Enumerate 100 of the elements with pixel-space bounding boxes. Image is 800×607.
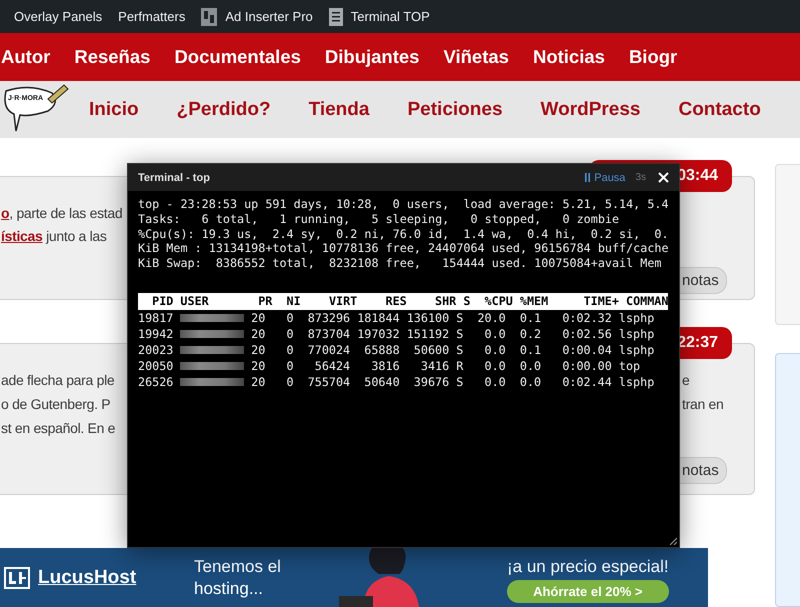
- terminal-line: KiB Mem : 13134198+total, 10778136 free, 24407064 used, 96156784 buff/cache: [138, 241, 670, 256]
- terminal-line: Tasks: 6 total, 1 running, 5 sleeping, 0 stopped, 0 zombie: [138, 212, 620, 226]
- ad-banner[interactable]: LucusHost Tenemos el hosting... ¡a un precio especial! Ahórrate el 20% >: [0, 548, 708, 607]
- admin-bar-link[interactable]: Perfmatters: [118, 9, 186, 24]
- text-line: ísticas junto a las: [1, 227, 107, 246]
- table-cell-text: 0.0: [518, 374, 542, 390]
- table-cell: 20: [251, 342, 266, 358]
- terminal-line: %Cpu(s): 19.3 us, 2.4 sy, 0.2 ni, 76.0 id, 1.4 wa, 0.4 hi, 0.2 si, 0.: [138, 226, 670, 242]
- table-cell: 20: [251, 326, 266, 342]
- nav-link[interactable]: Noticias: [532, 46, 605, 68]
- table-cell-text: 0:02.32: [561, 310, 612, 326]
- table-cell-text: 0:02.44: [561, 374, 612, 390]
- column-header: PID: [151, 292, 174, 310]
- table-cell: 20: [251, 310, 266, 326]
- nav-link[interactable]: Dibujantes: [324, 46, 420, 68]
- redacted-text-bar: [180, 378, 244, 386]
- text-link[interactable]: ísticas: [1, 228, 42, 244]
- text-line: tran en: [682, 395, 724, 414]
- nav-link[interactable]: WordPress: [540, 98, 640, 120]
- admin-bar-link[interactable]: Terminal TOP: [350, 9, 430, 24]
- table-cell-text: 0.0: [484, 342, 506, 358]
- notes-button[interactable]: notas: [680, 267, 727, 294]
- table-cell-text: top: [618, 358, 642, 374]
- window-title: Terminal - top: [138, 172, 210, 184]
- column-header: SHR: [434, 292, 456, 310]
- banner-headline: Tenemos el hosting...: [194, 556, 282, 600]
- nav-link[interactable]: Contacto: [678, 98, 761, 120]
- redacted-text-bar: [180, 314, 244, 322]
- table-cell-text: S: [455, 374, 464, 390]
- table-cell-text: 50640: [363, 374, 400, 390]
- table-cell-text: 20.0: [476, 310, 506, 326]
- column-header: COMMAN: [625, 292, 670, 310]
- admin-bar-link[interactable]: Ad Inserter Pro: [225, 9, 313, 24]
- notes-button[interactable]: notas: [680, 457, 727, 484]
- nav-link[interactable]: Reseñas: [74, 46, 150, 68]
- table-cell-text: lsphp: [618, 342, 656, 358]
- table-cell-text: 50600: [412, 342, 450, 358]
- table-cell: 20: [251, 358, 266, 374]
- table-cell-text: lsphp: [618, 326, 656, 342]
- table-cell-text: 56424: [314, 358, 350, 374]
- table-cell: 20023: [138, 342, 174, 358]
- nav-link[interactable]: Biogr: [628, 46, 678, 68]
- table-cell-text: 197032: [356, 326, 400, 342]
- column-header: RES: [384, 292, 407, 310]
- table-cell-text: 3416: [420, 358, 450, 374]
- table-cell-text: 0.0: [484, 358, 506, 374]
- nav-link[interactable]: Peticiones: [407, 98, 503, 120]
- table-cell-text: lsphp: [618, 374, 656, 390]
- table-cell-text: 0.1: [518, 310, 542, 326]
- text-line: e: [682, 371, 690, 390]
- nav-link[interactable]: Documentales: [174, 46, 301, 68]
- column-header: USER: [179, 292, 210, 310]
- table-cell-text: 39676: [412, 374, 450, 390]
- resize-handle-icon[interactable]: [669, 537, 677, 545]
- nav-link[interactable]: Tienda: [308, 98, 370, 120]
- table-cell-text: 0.0: [484, 326, 506, 342]
- table-cell-text: 0: [285, 374, 294, 390]
- table-cell-text: 0.2: [518, 326, 542, 342]
- nav-link[interactable]: ¿Perdido?: [176, 98, 271, 120]
- text-link[interactable]: o: [1, 205, 10, 221]
- close-icon: [658, 172, 669, 183]
- table-cell-text: 181844: [356, 310, 400, 326]
- column-header: %MEM: [518, 292, 548, 310]
- table-cell-text: 770024: [306, 342, 350, 358]
- banner-tagline: ¡a un precio especial!: [507, 556, 669, 576]
- table-cell-text: 0: [285, 326, 294, 342]
- close-button[interactable]: [658, 172, 669, 183]
- grid-icon: [201, 8, 218, 26]
- table-cell-text: S: [455, 342, 464, 358]
- table-cell-text: 151192: [406, 326, 450, 342]
- logo-icon: [4, 566, 30, 588]
- terminal-line: KiB Swap: 8386552 total, 8232108 free, 154444 used. 10075084+avail Mem: [138, 256, 662, 271]
- text-line: ade flecha para ple: [1, 371, 114, 390]
- table-cell-text: 755704: [306, 374, 350, 390]
- nav-link[interactable]: Viñetas: [443, 46, 509, 68]
- table-cell: 19817: [138, 310, 174, 326]
- table-cell-text: 0.0: [518, 358, 542, 374]
- table-cell: 20: [251, 374, 266, 390]
- text-line: o de Gutenberg. P: [1, 395, 110, 414]
- table-cell-text: S: [455, 310, 464, 326]
- redacted-text-bar: [180, 346, 244, 354]
- text-line: o, parte de las estad: [1, 204, 122, 223]
- table-cell: 20050: [138, 358, 174, 374]
- redacted-text-bar: [180, 362, 244, 370]
- table-cell-text: 0: [285, 342, 294, 358]
- table-cell: 26526: [138, 374, 174, 390]
- table-cell-text: 0: [285, 310, 294, 326]
- redacted-text-bar: [180, 330, 244, 338]
- table-cell-text: 873296: [306, 310, 350, 326]
- table-cell-text: R: [455, 358, 464, 374]
- nav-link[interactable]: Inicio: [89, 98, 139, 120]
- brand-name: LucusHost: [38, 566, 136, 588]
- admin-bar-link[interactable]: Overlay Panels: [14, 9, 102, 24]
- table-cell-text: 136100: [406, 310, 450, 326]
- pause-icon: [585, 173, 590, 182]
- table-cell-text: 0:00.00: [561, 358, 612, 374]
- nav-link[interactable]: Autor: [1, 46, 50, 68]
- column-header: TIME+: [582, 292, 619, 310]
- table-cell-text: 0: [285, 358, 294, 374]
- column-header: PR: [258, 292, 272, 310]
